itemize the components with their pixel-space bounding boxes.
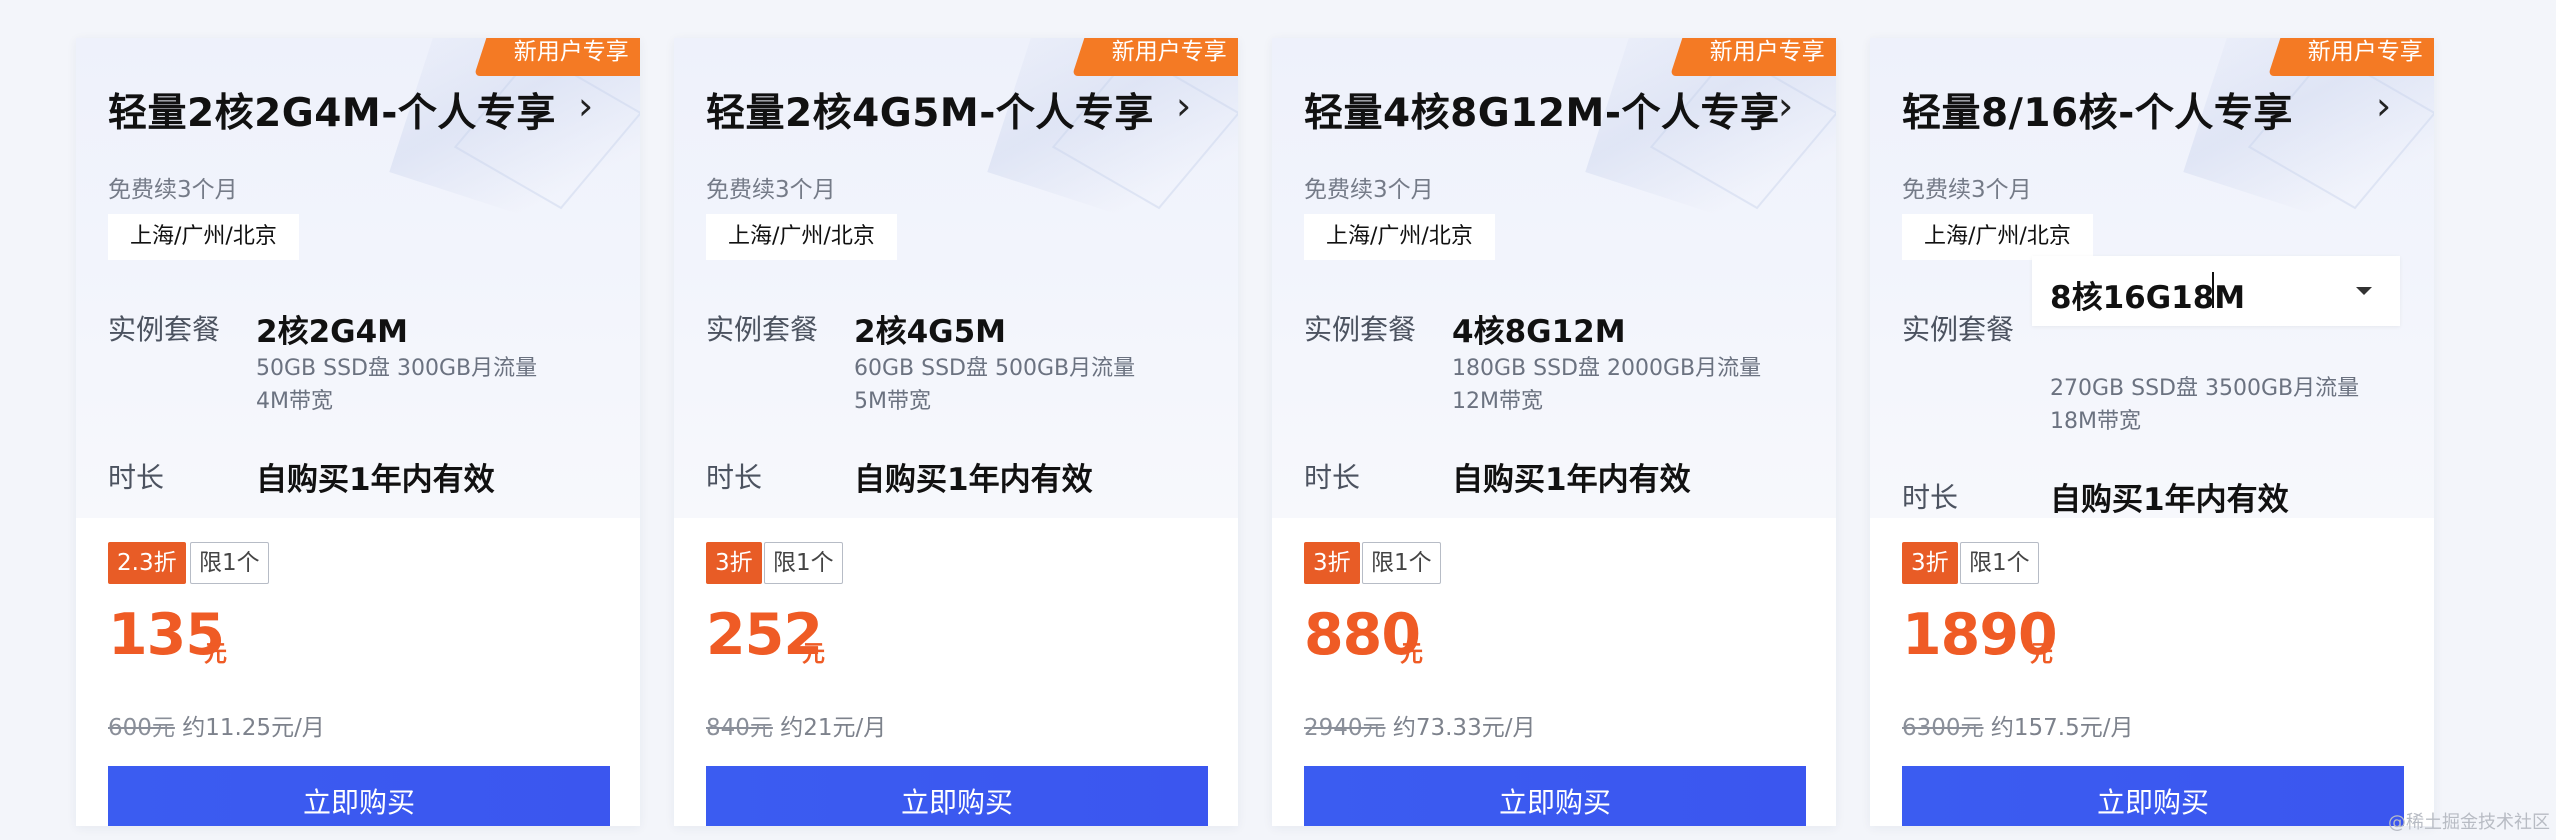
card-title[interactable]: 轻量2核2G4M-个人专享 — [108, 82, 556, 138]
limit-badge: 限1个 — [1960, 542, 2039, 584]
limit-badge: 限1个 — [1362, 542, 1441, 584]
discount-badge: 3折 — [1902, 542, 1958, 584]
chevron-right-icon[interactable]: › — [578, 87, 610, 125]
original-price-line: 6300元 约157.5元/月 — [1902, 708, 2133, 742]
package-desc-line2: 18M带宽 — [2050, 409, 2141, 434]
original-price-line: 840元 约21元/月 — [706, 708, 886, 742]
duration-label: 时长 — [108, 461, 165, 494]
duration-label: 时长 — [706, 461, 763, 494]
duration-value: 自购买1年内有效 — [854, 462, 1093, 498]
new-user-ribbon: 新用户专享 — [474, 38, 640, 76]
original-price: 6300元 — [1902, 715, 1984, 741]
text-cursor — [2212, 272, 2214, 308]
limit-badge: 限1个 — [764, 542, 843, 584]
chevron-right-icon[interactable]: › — [1778, 87, 1810, 125]
buy-now-button[interactable]: 立即购买 — [706, 766, 1208, 826]
new-user-ribbon: 新用户专享 — [1072, 38, 1238, 76]
card-title[interactable]: 轻量4核8G12M-个人专享 — [1304, 82, 1780, 138]
product-card-4: 新用户专享 轻量8/16核-个人专享 › 免费续3个月 上海/广州/北京 实例套… — [1870, 38, 2434, 826]
discount-badge: 2.3折 — [108, 542, 186, 584]
new-user-ribbon: 新用户专享 — [1670, 38, 1836, 76]
package-desc-line1: 60GB SSD盘 500GB月流量 — [854, 356, 1136, 381]
package-label: 实例套餐 — [706, 313, 819, 346]
chevron-right-icon[interactable]: › — [1176, 87, 1208, 125]
package-desc-line2: 12M带宽 — [1452, 389, 1543, 414]
price-unit: 元 — [802, 641, 825, 667]
package-desc-line2: 4M带宽 — [256, 389, 333, 414]
limit-badge: 限1个 — [190, 542, 269, 584]
package-value: 2核2G4M — [256, 314, 409, 350]
original-price: 2940元 — [1304, 715, 1386, 741]
package-desc-line2: 5M带宽 — [854, 389, 931, 414]
package-label: 实例套餐 — [108, 313, 221, 346]
original-price-line: 600元 约11.25元/月 — [108, 708, 325, 742]
duration-value: 自购买1年内有效 — [2050, 482, 2289, 518]
original-price-line: 2940元 约73.33元/月 — [1304, 708, 1535, 742]
region-tag: 上海/广州/北京 — [108, 214, 299, 260]
package-value: 4核8G12M — [1452, 314, 1626, 350]
package-label: 实例套餐 — [1902, 313, 2015, 346]
renewal-note: 免费续3个月 — [108, 177, 238, 203]
duration-label: 时长 — [1304, 461, 1361, 494]
product-card-2: 新用户专享 轻量2核4G5M-个人专享 › 免费续3个月 上海/广州/北京 实例… — [674, 38, 1238, 826]
card-title[interactable]: 轻量8/16核-个人专享 — [1902, 82, 2293, 138]
original-price: 840元 — [706, 715, 773, 741]
buy-now-button[interactable]: 立即购买 — [1304, 766, 1806, 826]
watermark: @稀土掘金技术社区 — [2388, 812, 2550, 833]
buy-now-button[interactable]: 立即购买 — [108, 766, 610, 826]
duration-value: 自购买1年内有效 — [1452, 462, 1691, 498]
price-unit: 元 — [1400, 641, 1423, 667]
monthly-price: 约73.33元/月 — [1392, 715, 1536, 741]
package-select-value: 8核16G18M — [2050, 280, 2246, 316]
package-desc-line1: 180GB SSD盘 2000GB月流量 — [1452, 356, 1762, 381]
caret-down-icon[interactable] — [2356, 287, 2372, 295]
package-value: 2核4G5M — [854, 314, 1007, 350]
duration-value: 自购买1年内有效 — [256, 462, 495, 498]
price-unit: 元 — [2030, 641, 2053, 667]
region-tag: 上海/广州/北京 — [1304, 214, 1495, 260]
package-desc-line1: 50GB SSD盘 300GB月流量 — [256, 356, 538, 381]
original-price: 600元 — [108, 715, 175, 741]
card-title[interactable]: 轻量2核4G5M-个人专享 — [706, 82, 1154, 138]
buy-now-button[interactable]: 立即购买 — [1902, 766, 2404, 826]
renewal-note: 免费续3个月 — [706, 177, 836, 203]
duration-label: 时长 — [1902, 481, 1959, 514]
renewal-note: 免费续3个月 — [1902, 177, 2032, 203]
chevron-right-icon[interactable]: › — [2376, 87, 2408, 125]
product-card-3: 新用户专享 轻量4核8G12M-个人专享 › 免费续3个月 上海/广州/北京 实… — [1272, 38, 1836, 826]
region-tag: 上海/广州/北京 — [706, 214, 897, 260]
monthly-price: 约11.25元/月 — [182, 715, 325, 741]
new-user-ribbon: 新用户专享 — [2268, 38, 2434, 76]
product-card-1: 新用户专享 轻量2核2G4M-个人专享 › 免费续3个月 上海/广州/北京 实例… — [76, 38, 640, 826]
discount-badge: 3折 — [706, 542, 762, 584]
region-tag: 上海/广州/北京 — [1902, 214, 2093, 260]
package-desc-line1: 270GB SSD盘 3500GB月流量 — [2050, 376, 2360, 401]
package-label: 实例套餐 — [1304, 313, 1417, 346]
discount-badge: 3折 — [1304, 542, 1360, 584]
package-select[interactable]: 8核16G18M — [2032, 256, 2400, 326]
price-unit: 元 — [204, 641, 227, 667]
renewal-note: 免费续3个月 — [1304, 177, 1434, 203]
monthly-price: 约157.5元/月 — [1990, 715, 2134, 741]
monthly-price: 约21元/月 — [780, 715, 887, 741]
